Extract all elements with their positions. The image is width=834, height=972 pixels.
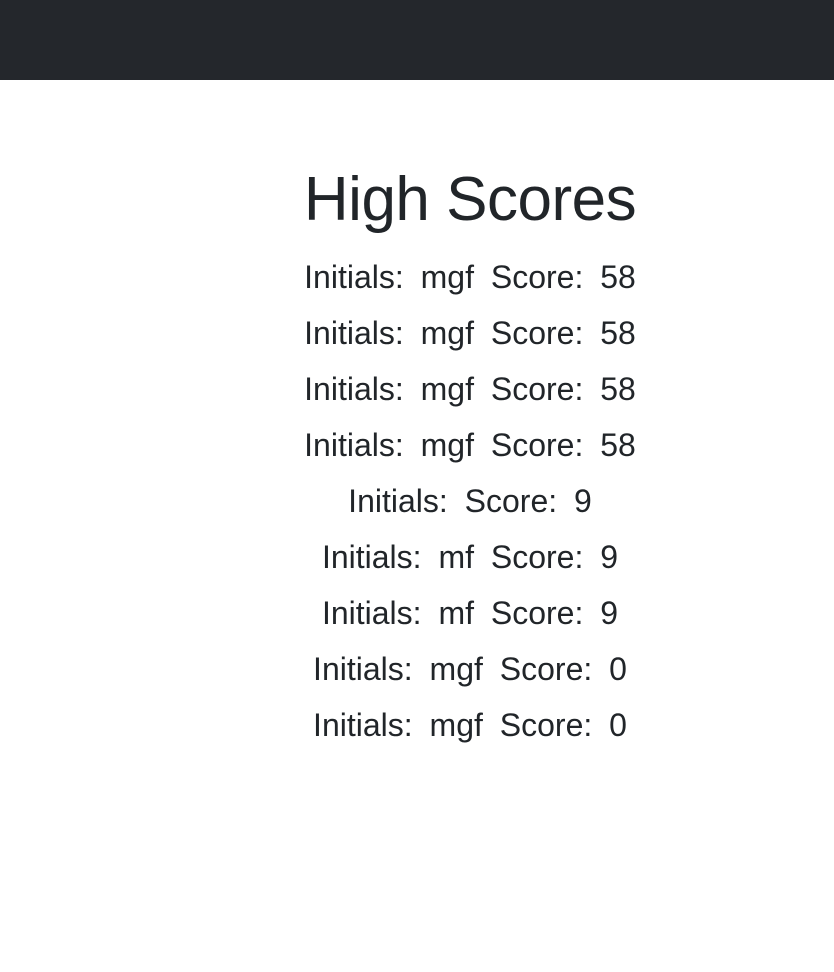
score-label: Score: [490, 371, 584, 407]
initials-label: Initials: [313, 651, 413, 687]
initials-value: mgf [420, 259, 474, 295]
initials-label: Initials: [348, 483, 448, 519]
score-row: Initials: Score: 9 [0, 476, 834, 532]
initials-value: mf [438, 539, 474, 575]
score-value: 9 [574, 483, 592, 519]
initials-label: Initials: [304, 259, 404, 295]
score-label: Score: [499, 651, 593, 687]
initials-value: mgf [420, 315, 474, 351]
score-value: 58 [600, 427, 636, 463]
top-navbar [0, 0, 834, 80]
initials-value: mf [438, 595, 474, 631]
initials-label: Initials: [304, 315, 404, 351]
score-value: 58 [600, 315, 636, 351]
score-row: Initials: mgf Score: 0 [0, 644, 834, 700]
score-label: Score: [490, 259, 584, 295]
initials-value: mgf [429, 707, 483, 743]
initials-label: Initials: [321, 539, 422, 575]
score-row: Initials: mgf Score: 58 [0, 364, 834, 420]
initials-label: Initials: [304, 427, 404, 463]
page-title: High Scores [303, 165, 637, 234]
score-label: Score: [490, 315, 584, 351]
score-label: Score: [464, 483, 558, 519]
initials-value: mgf [420, 371, 474, 407]
score-value: 9 [600, 595, 619, 631]
initials-value: mgf [429, 651, 483, 687]
high-scores-list: Initials: mgf Score: 58 Initials: mgf Sc… [0, 252, 834, 756]
initials-label: Initials: [304, 371, 404, 407]
score-label: Score: [499, 707, 593, 743]
score-value: 58 [600, 259, 636, 295]
score-value: 0 [609, 651, 627, 687]
initials-label: Initials: [321, 595, 422, 631]
score-row: Initials: mgf Score: 58 [0, 252, 834, 308]
score-value: 0 [609, 707, 627, 743]
score-row: Initials: mf Score: 9 [0, 588, 834, 644]
score-row: Initials: mgf Score: 58 [0, 308, 834, 364]
score-row: Initials: mgf Score: 58 [0, 420, 834, 476]
score-row: Initials: mf Score: 9 [0, 532, 834, 588]
score-label: Score: [490, 539, 584, 575]
initials-value: mgf [420, 427, 474, 463]
score-value: 9 [600, 539, 619, 575]
score-label: Score: [490, 595, 584, 631]
score-value: 58 [600, 371, 636, 407]
score-row: Initials: mgf Score: 0 [0, 700, 834, 756]
score-label: Score: [490, 427, 584, 463]
initials-label: Initials: [313, 707, 413, 743]
